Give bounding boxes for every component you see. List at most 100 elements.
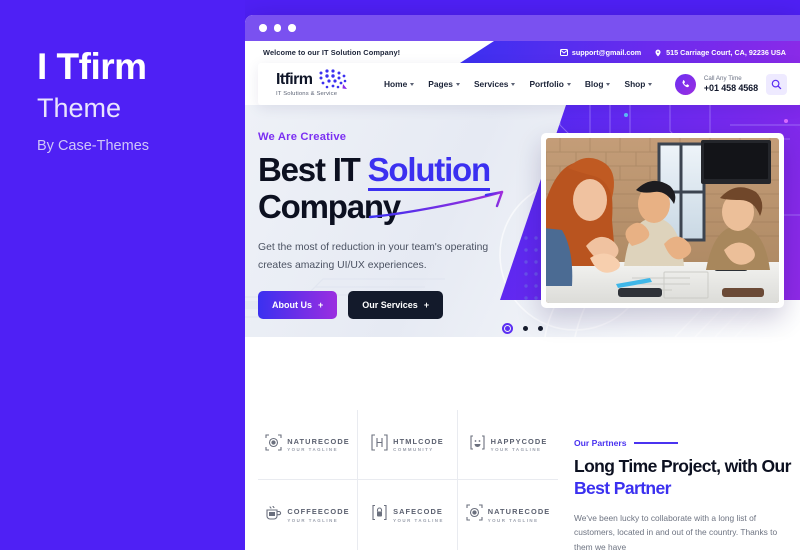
- nav-item-portfolio-label: Portfolio: [529, 79, 564, 89]
- chevron-down-icon: [511, 82, 516, 86]
- partners-heading-line1: Long Time Project, with Our: [574, 456, 791, 476]
- partner-logo-item[interactable]: COFFEECODE YOUR TAGLINE: [258, 480, 358, 550]
- main-navigation-wrapper: Itfirm IT Solutions & Service Home Pages…: [245, 63, 800, 105]
- nav-menu: Home Pages Services Portfolio Blog Shop: [384, 79, 653, 89]
- plus-icon: +: [423, 300, 430, 311]
- main-navigation: Itfirm IT Solutions & Service Home Pages…: [258, 63, 800, 105]
- window-dot-close[interactable]: [259, 24, 267, 32]
- bracket-h-icon: [371, 433, 388, 456]
- hero-eyebrow: We Are Creative: [258, 131, 347, 143]
- carousel-dot-2[interactable]: [523, 326, 528, 331]
- partners-section: NATURECODE YOUR TAGLINE HTMLCODE COMMUNI…: [245, 410, 800, 550]
- nav-item-pages-label: Pages: [428, 79, 453, 89]
- call-label: Call Any Time: [703, 75, 742, 83]
- partner-logo-item[interactable]: HTMLCODE COMMUNITY: [358, 410, 458, 480]
- partner-tagline: YOUR TAGLINE: [287, 517, 339, 523]
- hero-copy: We Are Creative Best IT Solution Company…: [258, 131, 548, 320]
- nav-item-services[interactable]: Services: [473, 79, 516, 89]
- logo-text: Itfirm: [276, 71, 313, 88]
- partner-logo-item[interactable]: SAFECODE YOUR TAGLINE: [358, 480, 458, 550]
- partner-tagline: YOUR TAGLINE: [287, 447, 339, 453]
- partner-name: SAFECODE: [393, 507, 443, 517]
- our-services-label: Our Services: [362, 300, 418, 311]
- phone-icon[interactable]: [674, 73, 696, 95]
- partner-logo-text: NATURECODE YOUR TAGLINE: [488, 507, 551, 523]
- partner-logo-text: SAFECODE YOUR TAGLINE: [393, 507, 444, 523]
- nav-actions: Call Any Time +01 458 4568: [674, 73, 800, 95]
- partner-tagline: YOUR TAGLINE: [490, 447, 542, 453]
- target-gear-icon: [265, 433, 282, 456]
- nav-item-shop[interactable]: Shop: [624, 79, 653, 89]
- hero-heading-highlight: Solution: [367, 151, 491, 191]
- partner-name: COFFEECODE: [287, 507, 350, 517]
- partners-heading-line2: Best Partner: [574, 477, 671, 498]
- chevron-down-icon: [455, 82, 460, 86]
- promo-title: I Tfirm: [37, 46, 147, 87]
- smiley-bracket-icon: [469, 434, 486, 456]
- chevron-down-icon: [410, 82, 415, 86]
- call-number: +01 458 4568: [703, 82, 758, 93]
- hero-buttons: About Us + Our Services +: [258, 291, 548, 320]
- welcome-message: Welcome to our IT Solution Company!: [263, 47, 401, 57]
- nav-item-services-label: Services: [473, 79, 509, 89]
- nav-item-shop-label: Shop: [624, 79, 646, 89]
- partners-eyebrow-label: Our Partners: [574, 438, 627, 448]
- partner-logo-text: HTMLCODE COMMUNITY: [393, 437, 444, 453]
- partner-name: NATURECODE: [287, 436, 350, 446]
- chevron-down-icon: [566, 82, 571, 86]
- plus-icon: +: [318, 300, 324, 311]
- nav-item-home[interactable]: Home: [384, 79, 415, 89]
- nav-item-portfolio[interactable]: Portfolio: [529, 79, 571, 89]
- contact-address[interactable]: 515 Carriage Court, CA, 92236 USA: [654, 48, 786, 57]
- coffee-cup-icon: [265, 504, 282, 526]
- site-logo[interactable]: Itfirm IT Solutions & Service: [258, 69, 378, 97]
- hero-image: [546, 138, 779, 303]
- partner-logo-text: COFFEECODE YOUR TAGLINE: [287, 507, 349, 523]
- our-services-button[interactable]: Our Services +: [348, 291, 444, 320]
- lock-bracket-icon: [371, 504, 388, 526]
- window-dot-minimize[interactable]: [273, 24, 281, 32]
- topbar-contact-group: support@gmail.com 515 Carriage Court, CA…: [559, 41, 786, 63]
- partner-name: NATURECODE: [487, 507, 551, 517]
- target-gear-icon: [466, 504, 483, 526]
- swoosh-arrow-icon: [368, 190, 508, 220]
- promo-byline: By Case-Themes: [37, 138, 150, 154]
- hero-carousel-dots: [245, 323, 800, 334]
- partner-tagline: YOUR TAGLINE: [487, 517, 539, 523]
- partner-logo-text: NATURECODE YOUR TAGLINE: [287, 437, 350, 453]
- nav-item-blog-label: Blog: [584, 79, 604, 89]
- hero-heading-part1: Best IT: [258, 151, 368, 188]
- partners-heading: Long Time Project, with Our Best Partner: [574, 456, 800, 500]
- promo-subtitle: Theme: [37, 93, 122, 123]
- partner-logo-item[interactable]: HAPPYCODE YOUR TAGLINE: [458, 410, 558, 480]
- carousel-dot-1[interactable]: [502, 323, 513, 334]
- window-dot-maximize[interactable]: [288, 24, 296, 32]
- about-us-label: About Us: [272, 300, 312, 311]
- nav-item-pages[interactable]: Pages: [428, 79, 460, 89]
- about-us-button[interactable]: About Us +: [258, 291, 338, 320]
- desktop-mockup: Welcome to our IT Solution Company! supp…: [245, 15, 800, 550]
- contact-email[interactable]: support@gmail.com: [559, 47, 642, 57]
- partner-name: HAPPYCODE: [490, 436, 548, 446]
- partner-name: HTMLCODE: [393, 436, 444, 446]
- partner-logo-text: HAPPYCODE YOUR TAGLINE: [491, 437, 548, 453]
- contact-address-label: 515 Carriage Court, CA, 92236 USA: [666, 47, 786, 57]
- carousel-dot-3[interactable]: [538, 326, 543, 331]
- partner-logo-item[interactable]: NATURECODE YOUR TAGLINE: [458, 480, 558, 550]
- eyebrow-divider: [633, 442, 678, 444]
- nav-item-home-label: Home: [384, 79, 408, 89]
- call-info: Call Any Time +01 458 4568: [704, 75, 758, 93]
- search-icon[interactable]: [766, 73, 787, 95]
- map-marker-icon: [654, 49, 662, 56]
- partners-info: Our Partners Long Time Project, with Our…: [558, 410, 800, 550]
- partner-tagline: COMMUNITY: [393, 447, 434, 453]
- contact-email-label: support@gmail.com: [571, 47, 642, 57]
- partner-logo-item[interactable]: NATURECODE YOUR TAGLINE: [258, 410, 358, 480]
- top-info-bar: Welcome to our IT Solution Company! supp…: [245, 41, 800, 63]
- hero-paragraph: Get the most of reduction in your team's…: [258, 242, 489, 271]
- hero-section: We Are Creative Best IT Solution Company…: [245, 105, 800, 410]
- partners-paragraph: We've been lucky to collaborate with a l…: [574, 512, 778, 550]
- partner-logo-grid: NATURECODE YOUR TAGLINE HTMLCODE COMMUNI…: [258, 410, 558, 550]
- partners-eyebrow: Our Partners: [574, 438, 800, 448]
- nav-item-blog[interactable]: Blog: [585, 79, 611, 89]
